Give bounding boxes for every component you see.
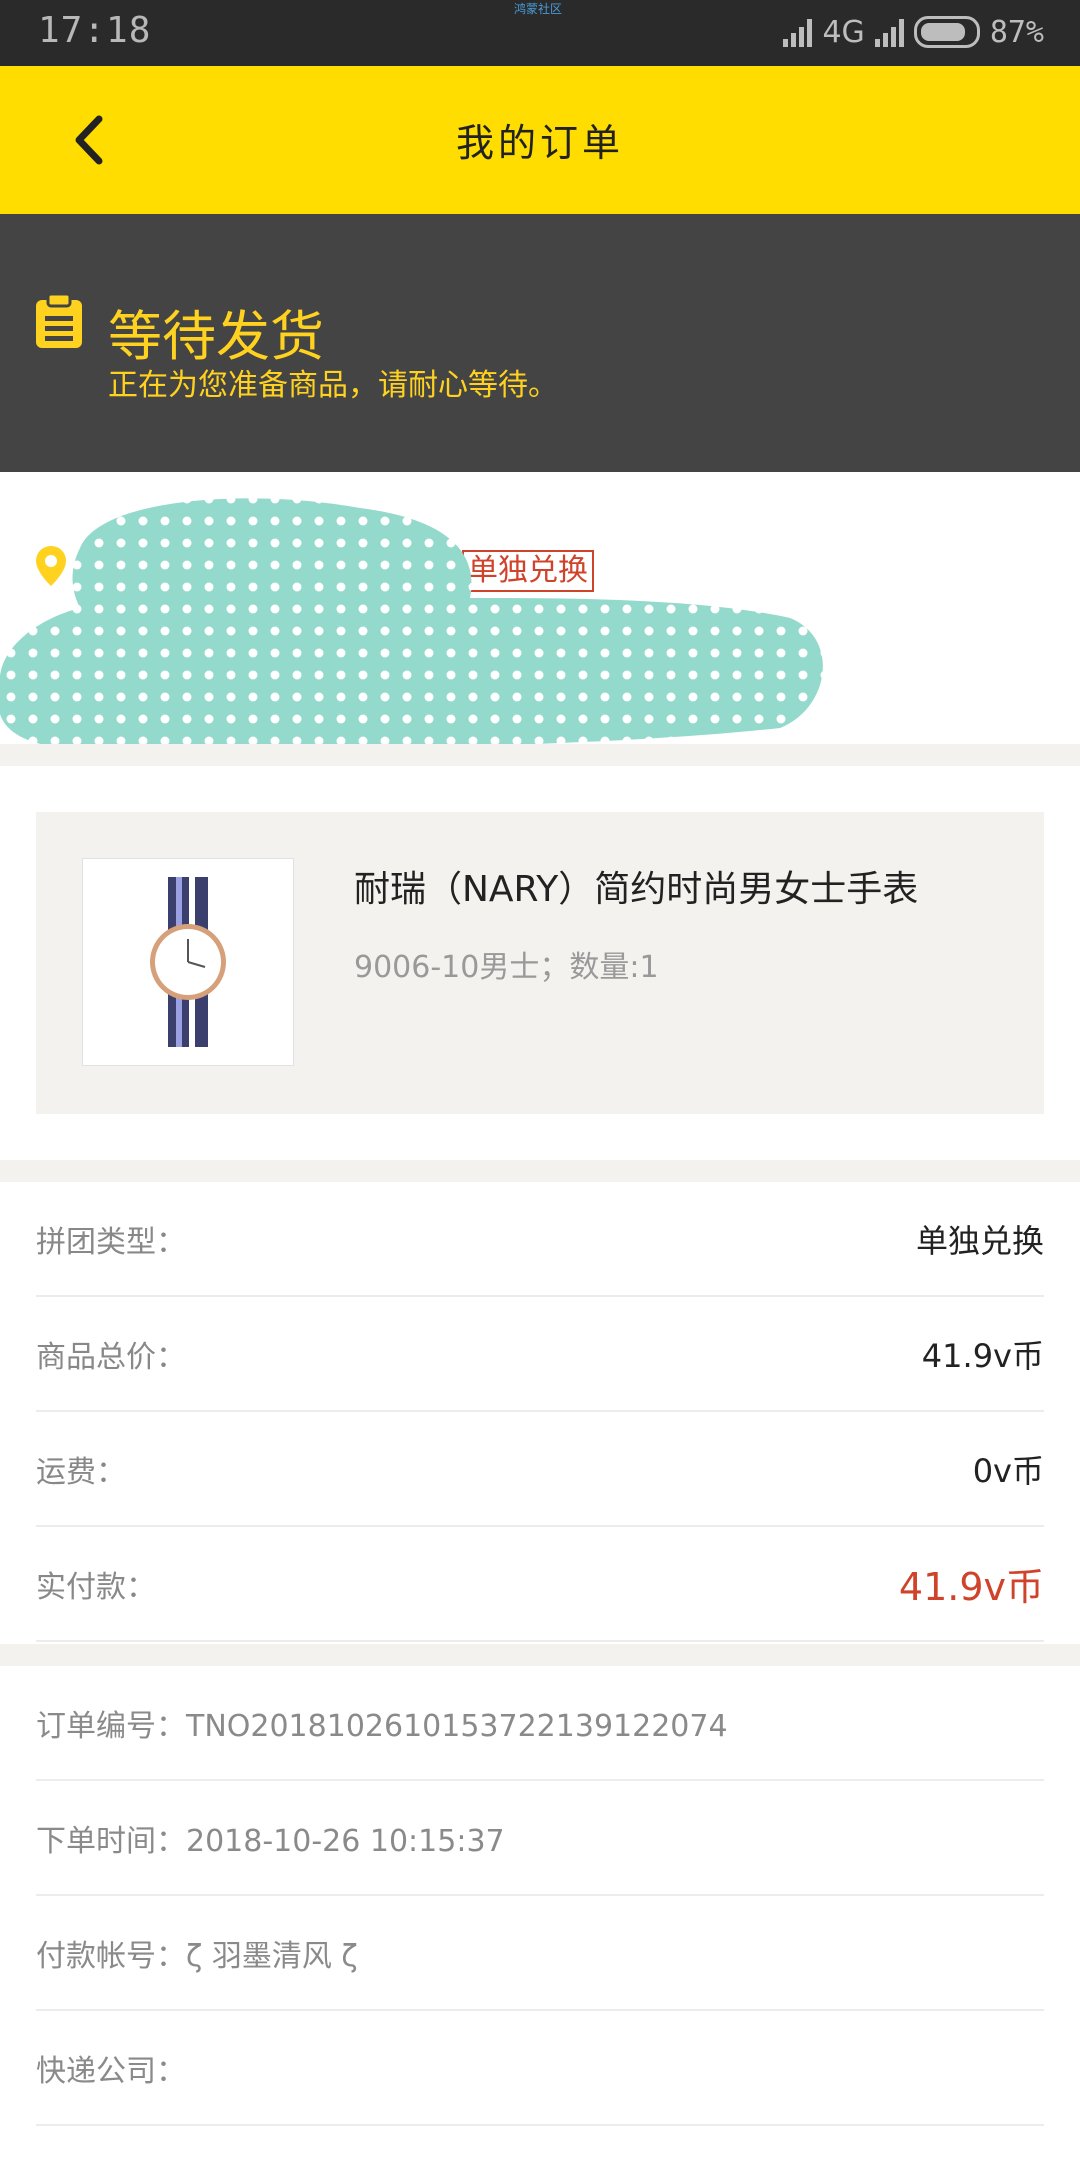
summary-row-shipping: 运费： 0v币 bbox=[36, 1412, 1044, 1527]
privacy-mask bbox=[0, 498, 823, 750]
status-bar: 17:18 鸿蒙社区 4G 87% bbox=[0, 0, 1080, 66]
signal-icon bbox=[783, 17, 813, 47]
address-section[interactable]: 住 单独兑换 bbox=[0, 472, 1080, 750]
summary-value: 0v币 bbox=[972, 1451, 1044, 1490]
summary-key: 拼团类型： bbox=[36, 1224, 186, 1260]
order-time: 下单时间：2018-10-26 10:15:37 bbox=[36, 1823, 505, 1859]
payment-account-row: 付款帐号：ζ 羽墨清风 ζ bbox=[36, 1896, 1044, 2011]
status-subtitle: 正在为您准备商品，请耐心等待。 bbox=[108, 368, 558, 403]
summary-value: 41.9v币 bbox=[921, 1336, 1044, 1375]
watch-icon bbox=[150, 877, 226, 1047]
status-note: 鸿蒙社区 bbox=[514, 2, 563, 16]
section-divider bbox=[0, 744, 1080, 766]
courier-row: 快递公司： bbox=[36, 2011, 1044, 2126]
battery-icon bbox=[913, 16, 980, 48]
summary-row-paid: 实付款： 41.9v币 bbox=[36, 1527, 1044, 1642]
page-title: 我的订单 bbox=[455, 121, 624, 165]
status-time: 17:18 bbox=[38, 10, 152, 51]
network-type: 4G bbox=[822, 14, 865, 50]
battery-percent: 87% bbox=[989, 14, 1044, 50]
section-divider bbox=[0, 1644, 1080, 1666]
summary-key: 运费： bbox=[36, 1454, 126, 1490]
product-card[interactable]: 耐瑞（NARY）简约时尚男女士手表 9006-10男士；数量:1 bbox=[36, 812, 1044, 1114]
courier-company: 快递公司： bbox=[36, 2053, 186, 2089]
order-number-row: 订单编号：TNO2018102610153722139122074 bbox=[36, 1666, 1044, 1781]
order-time-row: 下单时间：2018-10-26 10:15:37 bbox=[36, 1781, 1044, 1896]
order-status-banner: 等待发货 正在为您准备商品，请耐心等待。 bbox=[0, 214, 1080, 472]
product-image bbox=[82, 858, 294, 1066]
signal-icon-2 bbox=[874, 17, 904, 47]
summary-row-group-type: 拼团类型： 单独兑换 bbox=[36, 1182, 1044, 1297]
clipboard-icon bbox=[36, 294, 82, 348]
section-divider bbox=[0, 1160, 1080, 1182]
product-spec: 9006-10男士；数量:1 bbox=[354, 950, 659, 985]
order-number: 订单编号：TNO2018102610153722139122074 bbox=[36, 1708, 728, 1744]
product-name: 耐瑞（NARY）简约时尚男女士手表 bbox=[354, 869, 919, 910]
summary-value: 单独兑换 bbox=[915, 1221, 1044, 1260]
payment-account: 付款帐号：ζ 羽墨清风 ζ bbox=[36, 1938, 358, 1974]
summary-key: 实付款： bbox=[36, 1569, 156, 1605]
paid-amount: 41.9v币 bbox=[898, 1565, 1044, 1609]
status-icons: 4G 87% bbox=[783, 12, 1044, 52]
summary-key: 商品总价： bbox=[36, 1339, 186, 1375]
summary-row-total-price: 商品总价： 41.9v币 bbox=[36, 1297, 1044, 1412]
nav-bar: 我的订单 bbox=[0, 66, 1080, 214]
